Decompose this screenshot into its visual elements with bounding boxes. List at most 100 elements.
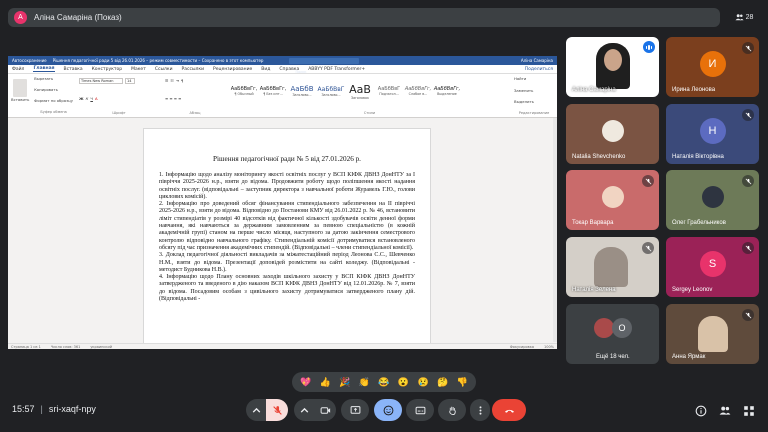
camera-toggle[interactable]: [314, 399, 336, 421]
format-painter-button[interactable]: Формат по образцу: [34, 98, 73, 104]
tile-natalia-shevchenko[interactable]: Natalia Shevchenko: [566, 104, 659, 164]
menu-file[interactable]: Файл: [12, 67, 24, 72]
menu-layout[interactable]: Макет: [131, 67, 146, 72]
presenter-bar: A Аліна Самаріна (Показ): [8, 8, 720, 27]
menu-mailings[interactable]: Рассылки: [182, 67, 205, 72]
tile-oleg-grabelnykov[interactable]: Олег Грабельников: [666, 170, 759, 230]
reaction-party[interactable]: 🎉: [339, 377, 350, 388]
share-button[interactable]: Поделиться: [525, 67, 553, 72]
bullets-icon[interactable]: ☰: [165, 78, 168, 84]
mic-off-icon: [272, 405, 282, 415]
cut-button[interactable]: Вырезать: [34, 76, 73, 82]
align-icon[interactable]: ≡ ≡ ≡ ≡: [165, 96, 181, 102]
style-normal[interactable]: АаБбВвГг, ¶ Обычный: [231, 78, 258, 104]
raise-hand-button[interactable]: [438, 399, 466, 421]
tile-tokar-varvara[interactable]: Токар Варвара: [566, 170, 659, 230]
reaction-heart[interactable]: 💖: [300, 377, 311, 388]
italic-button[interactable]: К: [86, 96, 89, 102]
speaking-indicator-icon: [643, 41, 655, 53]
apps-grid-icon: [744, 406, 754, 416]
tile-alina-samarina[interactable]: Аліна Самаріна: [566, 37, 659, 97]
emoji-button[interactable]: [374, 399, 402, 421]
indent-icon[interactable]: ⇥: [176, 78, 179, 84]
participant-photo: [594, 318, 614, 338]
tile-natalia-viktorivna[interactable]: Н Наталія Вікторівна: [666, 104, 759, 164]
autosave-label[interactable]: Автосохранение: [12, 58, 47, 63]
participant-photo: [701, 186, 724, 208]
style-heading2[interactable]: АаБбВвГ Заголово...: [318, 78, 345, 104]
style-emphasis[interactable]: АаБбВвГг, Выделение: [434, 78, 460, 104]
people-icon: [719, 406, 731, 415]
tile-sergey-leonov[interactable]: S Sergey Leonov: [666, 237, 759, 297]
reaction-thinking[interactable]: 🤔: [437, 377, 448, 388]
mic-options-button[interactable]: [246, 399, 266, 421]
reaction-clap[interactable]: 👏: [359, 377, 370, 388]
style-heading1[interactable]: АаБбВ Заголово...: [289, 78, 315, 104]
style-no-spacing[interactable]: АаБбВвГг, ¶ Без инт...: [260, 78, 287, 104]
chevron-up-icon: [300, 407, 308, 413]
select-button[interactable]: Выделить: [514, 99, 554, 105]
menu-references[interactable]: Ссылки: [155, 67, 173, 72]
editing-group: Найти Заменить Выделить Редактирование: [514, 76, 554, 115]
participant-face: [604, 49, 622, 71]
menu-help[interactable]: Справка: [279, 67, 299, 72]
menu-abbyy[interactable]: ABBYY PDF Transformer+: [308, 67, 365, 72]
underline-button[interactable]: Ч: [90, 96, 93, 102]
activities-button[interactable]: [742, 404, 756, 418]
reaction-laugh[interactable]: 😂: [378, 377, 389, 388]
menu-insert[interactable]: Вставка: [64, 67, 83, 72]
tile-more-participants[interactable]: О Ещё 18 чел.: [566, 304, 659, 364]
camera-options-button[interactable]: [294, 399, 314, 421]
paste-icon[interactable]: [13, 79, 28, 97]
reaction-sad[interactable]: 😢: [417, 377, 428, 388]
mic-off-icon: [642, 175, 654, 187]
font-color-button[interactable]: A: [95, 96, 98, 102]
reaction-thumbs-down[interactable]: 👎: [457, 377, 468, 388]
numbering-icon[interactable]: ☷: [170, 78, 173, 84]
captions-button[interactable]: [406, 399, 434, 421]
mic-off-icon: [742, 242, 754, 254]
font-name-field[interactable]: Times New Roman: [79, 78, 123, 84]
doc-paragraph-4: 4. Інформацію щодо Плану основних заході…: [159, 274, 415, 303]
style-subtitle[interactable]: АаБбВвГ Подзагол...: [376, 78, 402, 104]
replace-button[interactable]: Заменить: [514, 88, 554, 94]
participant-photo: [601, 186, 624, 208]
tile-anna-yarmak[interactable]: Анна Ярмак: [666, 304, 759, 364]
captions-icon: [415, 406, 425, 414]
video-camera-icon: [320, 406, 330, 414]
more-options-button[interactable]: [470, 399, 490, 421]
focus-mode[interactable]: Фокусировка: [510, 345, 534, 349]
pilcrow-icon[interactable]: ¶: [181, 78, 183, 84]
menu-view[interactable]: Вид: [261, 67, 270, 72]
bold-button[interactable]: Ж: [79, 96, 84, 102]
style-title[interactable]: АаВ Заголовок: [347, 78, 373, 104]
menu-home[interactable]: Главная: [33, 66, 55, 72]
present-button[interactable]: [341, 399, 369, 421]
tile-natalia-zelena[interactable]: Наталія Зелена: [566, 237, 659, 297]
reaction-surprised[interactable]: 😮: [398, 377, 409, 388]
zoom-level[interactable]: 100%: [544, 345, 554, 349]
smiley-icon: [383, 405, 393, 415]
leave-call-button[interactable]: [492, 399, 526, 421]
find-button[interactable]: Найти: [514, 76, 554, 82]
menu-design[interactable]: Конструктор: [92, 67, 122, 72]
presenter-name: Аліна Самаріна (Показ): [34, 13, 122, 22]
paragraph-group: ☰ ☷ ⇥ ¶ ≡ ≡ ≡ ≡ Абзац: [165, 78, 201, 115]
document-page[interactable]: Рішення педагогічної ради № 5 від 27.01.…: [143, 128, 431, 348]
microphone-toggle[interactable]: [266, 399, 288, 421]
style-subtle-emphasis[interactable]: АаБбВвГг, Слабое в...: [405, 78, 431, 104]
people-panel-button[interactable]: [718, 404, 732, 418]
meeting-details-button[interactable]: [694, 404, 708, 418]
participant-avatar: Н: [699, 118, 726, 144]
participants-button[interactable]: 28: [728, 9, 760, 26]
document-scrollbar[interactable]: [553, 118, 557, 342]
word-count: Число слов: 361: [50, 344, 81, 349]
font-size-field[interactable]: 14: [125, 78, 135, 84]
word-search[interactable]: Поиск: [289, 57, 360, 74]
tile-iryna-leonova[interactable]: И Ирина Леонова: [666, 37, 759, 97]
reaction-thumbs-up[interactable]: 👍: [320, 377, 331, 388]
participant-photo: [594, 247, 628, 287]
document-heading: Рішення педагогічної ради № 5 від 27.01.…: [213, 155, 361, 163]
menu-review[interactable]: Рецензирование: [213, 67, 252, 72]
copy-button[interactable]: Копировать: [34, 87, 73, 93]
